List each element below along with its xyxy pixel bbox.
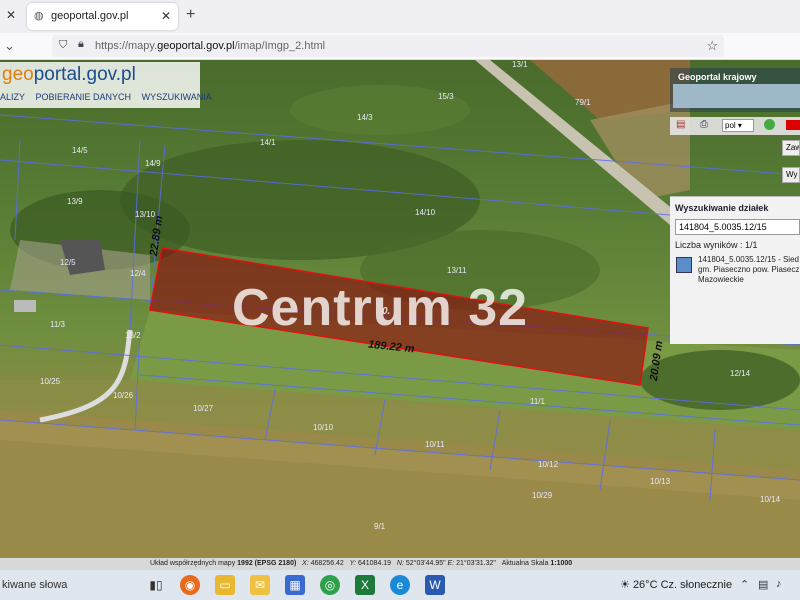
parcel-label: 14/1 [260,138,276,147]
parcel-label: 13/1 [512,60,528,69]
parcel-label: 14/9 [145,159,161,168]
parcel-label: 14/5 [72,146,88,155]
e-label: E: [447,560,455,567]
tab-title: geoportal.gov.pl [51,10,129,22]
bookmark-star-icon[interactable]: ☆ [706,38,718,54]
parcel-label: 10/12 [538,460,559,469]
parcel-label: 13/9 [67,197,83,206]
parcel-label: 79/1 [575,98,591,107]
file-explorer-icon[interactable]: ▭ [215,575,235,595]
parcel-label: 14/10 [415,208,436,217]
map-icon [676,257,692,273]
e-value: 21°03'31.32" [456,560,496,567]
parcel-label: 10/25 [40,377,61,386]
lock-icon[interactable]: 🔒︎ [78,38,84,51]
task-view-icon[interactable]: ▮▯ [146,575,166,595]
parcel-label: 13/11 [447,266,467,275]
search-result-item[interactable]: 141804_5.0035.12/15 - Sied gm. Piaseczno… [676,255,800,287]
help-icon[interactable] [764,119,775,130]
excel-icon[interactable]: X [355,575,375,595]
map-canvas[interactable]: geoportal.gov.pl ALIZY POBIERANIE DANYCH… [0,60,800,558]
geoportal-krajowy-panel[interactable]: Geoportal krajowy [670,68,800,112]
printer-icon[interactable]: ⎙ [700,119,708,130]
result-line: gm. Piaseczno pow. Piasecz [698,265,800,274]
parcel-label: 10/27 [193,404,214,413]
result-count: Liczba wyników : 1/1 [675,240,758,250]
overview-map[interactable] [673,84,800,108]
tab-bar: ✕ ◍ geoportal.gov.pl ✕ + [0,0,800,33]
close-tab-icon[interactable]: ✕ [161,9,171,23]
firefox-icon[interactable]: ◉ [180,575,200,595]
parcel-label: 10/11 [425,440,445,449]
folder-icon[interactable]: ✉ [250,575,270,595]
chevron-down-icon[interactable]: ⌄ [4,38,15,54]
chevron-up-icon[interactable]: ⌃ [740,578,749,591]
parcel-search-panel: Wyszukiwanie działek 141804_5.0035.12/15… [670,196,800,344]
parcel-label: 13/2 [125,331,141,340]
wy-button[interactable]: Wy [782,167,800,183]
taskbar-search[interactable]: kiwane słowa [2,579,67,591]
x-value: 468256.42 [310,560,344,567]
parcel-label: 10/13 [650,477,671,486]
speaker-icon[interactable]: ♪ [776,578,782,590]
close-icon[interactable]: ✕ [4,8,18,22]
menu-item-wyszukiwania[interactable]: WYSZUKIWANIA [142,92,212,102]
logo-text: geoportal.gov.pl [2,64,136,85]
print-icon[interactable]: ▤ [676,119,685,130]
parcel-label: 14/3 [357,113,373,122]
parcel-label: 10/14 [760,495,781,504]
edge-icon[interactable]: e [390,575,410,595]
word-icon[interactable]: W [425,575,445,595]
parcel-label: 9/1 [374,522,386,531]
shield-icon[interactable]: ⛉ [59,39,67,52]
geoportal-krajowy-title: Geoportal krajowy [678,72,757,82]
sun-icon: ☀ [620,579,630,591]
parcel-search-input[interactable]: 141804_5.0035.12/15 [675,219,800,235]
x-label: X: [302,560,309,567]
parcel-label: 10/10 [313,423,334,432]
address-bar[interactable]: ⛉ 🔒︎ https://mapy.geoportal.gov.pl/imap/… [52,35,724,57]
map-status-bar: Układ współrzędnych mapy 1992 (EPSG 2180… [0,558,800,570]
globe-icon: ◍ [34,10,44,22]
search-title: Wyszukiwanie działek [675,203,769,213]
parcel-label: 10/29 [532,491,553,500]
parcel-label: 12/4 [130,269,146,278]
toolbar-strip: ▤ ⎙ pol ▾ [670,117,800,135]
result-line: 141804_5.0035.12/15 - Sied [698,255,799,264]
y-value: 641084.19 [357,560,392,567]
scale-label: Aktualna Skala [501,560,549,567]
youtube-icon[interactable] [786,120,800,130]
nav-bar: ⌄ ⛉ 🔒︎ https://mapy.geoportal.gov.pl/ima… [0,33,800,60]
language-select[interactable]: pol ▾ [722,119,754,132]
coord-system: 1992 (EPSG 2180) [237,560,297,567]
weather-widget[interactable]: ☀ 26°C Cz. słonecznie [620,578,732,591]
weather-text: 26°C Cz. słonecznie [632,579,733,591]
network-icon[interactable]: ▤ [758,578,768,591]
menu-item-pobieranie[interactable]: POBIERANIE DANYCH [36,92,132,102]
store-icon[interactable]: ▦ [285,575,305,595]
taskbar: kiwane słowa ▮▯ ◉ ▭ ✉ ▦ ◎ X e W ☀ 26°C C… [0,570,800,600]
parcel-label: 15/3 [438,92,454,101]
n-label: N: [396,560,404,567]
parcel-label: 13/10 [135,210,156,219]
coord-label: Układ współrzędnych mapy [150,560,236,567]
parcel-label: 11/3 [50,320,65,329]
parcel-label: 12/14 [730,369,751,378]
geoportal-logo[interactable]: geoportal.gov.pl ALIZY POBIERANIE DANYCH… [0,62,212,108]
y-label: Y: [349,560,357,567]
menu-item-analizy[interactable]: ALIZY [0,92,25,102]
parcel-label: 12/5 [60,258,76,267]
watermark: Centrum 32 [232,279,529,337]
result-line: Mazowieckie [698,275,744,284]
chrome-icon[interactable]: ◎ [320,575,340,595]
browser-tab[interactable]: ◍ geoportal.gov.pl ✕ [27,3,178,30]
zaw-button[interactable]: Zaw [782,140,800,156]
parcel-label: 11/1 [530,397,545,406]
parcel-label: 10/26 [113,391,134,400]
n-value: 52°03'44.95" [405,560,446,567]
top-menu: ALIZY POBIERANIE DANYCH WYSZUKIWANIA [0,92,220,102]
scale-value: 1:1000 [550,560,573,567]
url-text[interactable]: https://mapy.geoportal.gov.pl/imap/Imgp_… [95,40,325,52]
new-tab-icon[interactable]: + [186,6,195,24]
